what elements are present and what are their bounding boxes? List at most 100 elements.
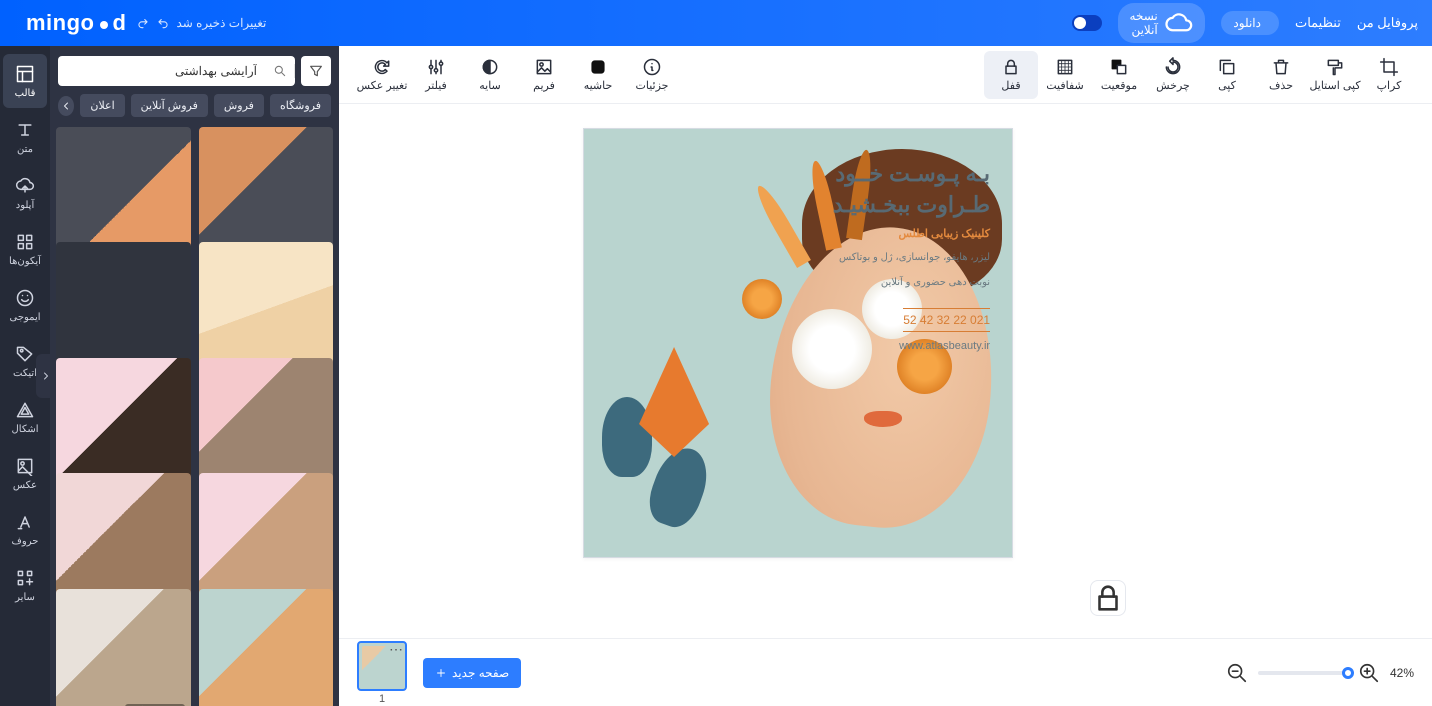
panel-collapse-button[interactable] bbox=[36, 354, 56, 398]
design-canvas[interactable]: بـه پـوسـت خــود طـراوت ببخـشیـد کلینیک … bbox=[583, 128, 1013, 558]
shadow-tool[interactable]: سایه bbox=[463, 51, 517, 99]
category-chips: فروشگاه فروش فروش آنلاین اعلان bbox=[50, 86, 339, 121]
filter-tool[interactable]: فیلتر bbox=[409, 51, 463, 99]
border-tool[interactable]: حاشیه bbox=[571, 51, 625, 99]
rail-template[interactable]: قالب bbox=[3, 54, 47, 108]
chip-notice[interactable]: اعلان bbox=[80, 94, 124, 117]
chip-sale[interactable]: فروش bbox=[214, 94, 264, 117]
opacity-icon bbox=[1055, 57, 1075, 77]
chip-online-sale[interactable]: فروش آنلاین bbox=[131, 94, 208, 117]
template-card-5[interactable]: مرکز مراقبت های پوستی bbox=[199, 358, 334, 493]
delete-tool[interactable]: حذف bbox=[1254, 51, 1308, 99]
change-image-tool[interactable]: تغییر عکس bbox=[355, 51, 409, 99]
cloud-icon bbox=[1164, 8, 1194, 38]
rotate-tool[interactable]: چرخش bbox=[1146, 51, 1200, 99]
chips-scroll-left[interactable] bbox=[58, 96, 74, 116]
copy-tool[interactable]: کپی bbox=[1200, 51, 1254, 99]
layers-icon bbox=[1109, 57, 1129, 77]
undo-icon[interactable] bbox=[156, 16, 170, 30]
template-card-8[interactable]: روش های تازه bbox=[56, 473, 191, 608]
online-version-button[interactable]: نسخه آنلاین bbox=[1118, 3, 1206, 43]
trash-icon bbox=[1271, 57, 1291, 77]
profile-link[interactable]: پروفایل من bbox=[1357, 15, 1418, 31]
text-icon bbox=[15, 120, 35, 140]
brand-logo[interactable]: dmingo bbox=[26, 10, 126, 36]
template-card-1[interactable]: خدمات تتو بدن انواع طرح ها bbox=[199, 127, 334, 262]
template-icon bbox=[15, 64, 35, 84]
canvas-lock-indicator[interactable] bbox=[1090, 580, 1126, 616]
rail-emoji[interactable]: ایموجی bbox=[3, 278, 47, 332]
grid-icon bbox=[15, 232, 35, 252]
template-card-4[interactable]: Tattoo Artist bbox=[56, 242, 191, 377]
details-tool[interactable]: جزئیات bbox=[625, 51, 679, 99]
settings-link[interactable]: تنظیمات bbox=[1295, 15, 1341, 31]
template-card-2[interactable] bbox=[56, 127, 191, 262]
filter-icon bbox=[308, 63, 324, 79]
online-version-label: نسخه آنلاین bbox=[1130, 9, 1158, 37]
smile-icon bbox=[15, 288, 35, 308]
apps-icon bbox=[15, 568, 35, 588]
page-thumbnail-1[interactable] bbox=[357, 641, 407, 691]
editor-area: کراپ کپی استایل حذف کپی چرخش bbox=[339, 46, 1432, 706]
opacity-tool[interactable]: شفافیت bbox=[1038, 51, 1092, 99]
rail-text[interactable]: متن bbox=[3, 110, 47, 164]
font-icon bbox=[15, 512, 35, 532]
paint-roller-icon bbox=[1325, 57, 1345, 77]
zoom-slider-knob[interactable] bbox=[1342, 667, 1354, 679]
rail-other[interactable]: سایر bbox=[3, 558, 47, 612]
redo-icon[interactable] bbox=[136, 16, 150, 30]
rail-image[interactable]: عکس bbox=[3, 446, 47, 500]
context-toolbar: کراپ کپی استایل حذف کپی چرخش bbox=[339, 46, 1432, 104]
rail-shapes[interactable]: اشکال bbox=[3, 390, 47, 444]
rotate-icon bbox=[1163, 57, 1183, 77]
template-card-3[interactable]: مرکز مراقبت های پوستی bbox=[199, 242, 334, 377]
header-right-cluster: پروفایل من تنظیمات دانلود نسخه آنلاین bbox=[1072, 3, 1418, 43]
template-card-6[interactable]: پاکسازی پوست و صورت bbox=[56, 358, 191, 493]
rail-icons[interactable]: آیکون‌ها bbox=[3, 222, 47, 276]
canvas-desc-1: لیزر، هایفو، جوانسازی، ژل و بوتاکس bbox=[833, 250, 990, 265]
refresh-icon bbox=[372, 57, 392, 77]
download-button[interactable]: دانلود bbox=[1221, 11, 1279, 35]
top-header: پروفایل من تنظیمات دانلود نسخه آنلاین تغ… bbox=[0, 0, 1432, 46]
upload-icon bbox=[15, 176, 35, 196]
zoom-out-icon bbox=[1226, 662, 1248, 684]
zoom-value: 42% bbox=[1390, 666, 1414, 680]
plus-icon bbox=[435, 667, 447, 679]
copy-style-tool[interactable]: کپی استایل bbox=[1308, 51, 1362, 99]
canvas-text-block[interactable]: بـه پـوسـت خــود طـراوت ببخـشیـد کلینیک … bbox=[833, 159, 990, 352]
template-search-input[interactable] bbox=[58, 64, 265, 78]
crop-tool[interactable]: کراپ bbox=[1362, 51, 1416, 99]
search-icon bbox=[265, 64, 295, 78]
info-icon bbox=[642, 57, 662, 77]
position-tool[interactable]: موقعیت bbox=[1092, 51, 1146, 99]
copy-icon bbox=[1217, 57, 1237, 77]
canvas-phone: 021 22 32 42 52 bbox=[903, 308, 990, 332]
zoom-in-button[interactable] bbox=[1358, 662, 1380, 684]
frame-tool[interactable]: فریم bbox=[517, 51, 571, 99]
canvas-subtitle: کلینیک زیبایی اطلس bbox=[833, 227, 990, 240]
theme-toggle[interactable] bbox=[1072, 15, 1102, 31]
templates-panel: فروشگاه فروش فروش آنلاین اعلان خدمات تتو… bbox=[50, 46, 339, 706]
zoom-slider[interactable] bbox=[1258, 671, 1348, 675]
canvas-area[interactable]: بـه پـوسـت خــود طـراوت ببخـشیـد کلینیک … bbox=[339, 104, 1432, 638]
picture-icon bbox=[15, 456, 35, 476]
templates-grid[interactable]: خدمات تتو بدن انواع طرح هامرکز مراقبت ها… bbox=[50, 121, 339, 706]
save-status: تغییرات ذخیره شد bbox=[136, 16, 266, 30]
zoom-out-button[interactable] bbox=[1226, 662, 1248, 684]
template-card-9[interactable] bbox=[199, 589, 334, 706]
new-page-button[interactable]: صفحه جدید bbox=[423, 658, 521, 688]
template-card-7[interactable]: مرکز مراقبت های پوستی bbox=[199, 473, 334, 608]
chip-store[interactable]: فروشگاه bbox=[270, 94, 331, 117]
canvas-desc-2: نوبت دهی حضوری و آنلاین bbox=[833, 275, 990, 290]
template-card-10[interactable]: مشاوره رایگان bbox=[56, 589, 191, 706]
canvas-headline-2: طـراوت ببخـشیـد bbox=[833, 190, 990, 221]
rail-upload[interactable]: آپلود bbox=[3, 166, 47, 220]
rail-fonts[interactable]: حروف bbox=[3, 502, 47, 556]
square-icon bbox=[588, 57, 608, 77]
page-thumb-container: 1 bbox=[357, 641, 407, 705]
lock-icon bbox=[1001, 57, 1021, 77]
bottom-bar: 42% صفحه جدید 1 bbox=[339, 638, 1432, 706]
template-search[interactable] bbox=[58, 56, 295, 86]
filter-button[interactable] bbox=[301, 56, 331, 86]
lock-tool[interactable]: قفل bbox=[984, 51, 1038, 99]
